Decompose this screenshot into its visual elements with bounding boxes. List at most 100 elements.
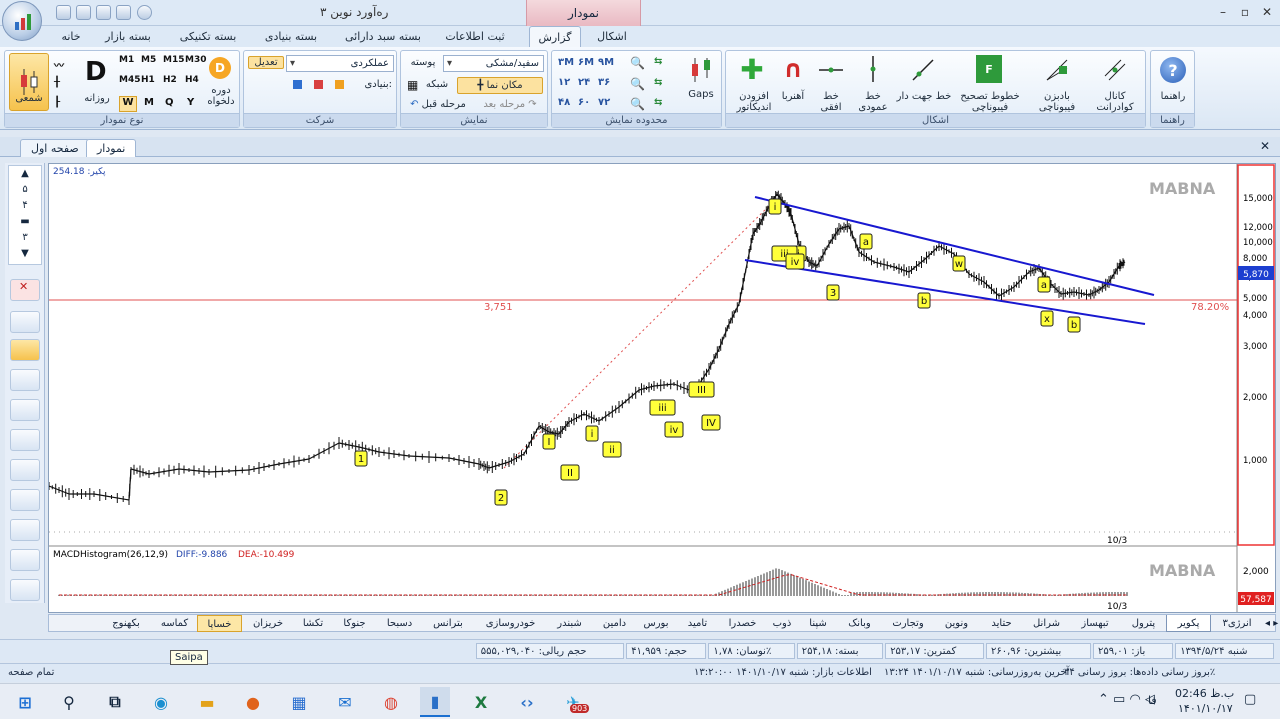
theme-select[interactable]: ▾ سفید/مشکی <box>443 55 544 72</box>
symbol-tab[interactable]: خساپا <box>197 615 242 632</box>
vertical-line-icon[interactable] <box>860 55 886 83</box>
task-view-icon[interactable]: ⧉ <box>100 687 130 717</box>
period-m-button[interactable]: M <box>144 97 154 108</box>
doc-tab-home[interactable]: صفحه اول <box>20 139 90 157</box>
symbol-tab[interactable]: پکویر <box>1166 615 1211 632</box>
tab-shapes[interactable]: اشکال <box>590 26 634 47</box>
fib-retracement-icon[interactable]: F <box>976 55 1002 83</box>
ohlc-chart-icon[interactable]: ┠ <box>54 97 60 108</box>
ray-line-button[interactable]: خط جهت دار <box>896 91 952 102</box>
start-icon[interactable]: ⊞ <box>10 687 40 717</box>
firefox-icon[interactable]: ● <box>238 687 268 717</box>
fib-fan-icon[interactable] <box>1044 57 1070 83</box>
symbol-tab[interactable]: شپنا <box>799 615 837 632</box>
tool-10-button[interactable] <box>10 579 40 601</box>
symbol-tab[interactable]: خصدرا <box>720 615 765 632</box>
tf-m1[interactable]: M1 <box>119 55 134 65</box>
quadrant-channel-icon[interactable] <box>1102 57 1128 83</box>
range-3m[interactable]: ۳M <box>558 57 574 68</box>
grid-icon[interactable]: ▦ <box>407 78 418 92</box>
zoom-slider[interactable]: ▲ ۵ ۴ ▬ ۳ ▼ <box>8 165 42 265</box>
gaps-icon[interactable] <box>686 55 716 85</box>
horizontal-line-button[interactable]: خط افقی <box>814 91 848 113</box>
symbol-tab[interactable]: بورس <box>637 615 675 632</box>
tool-3-button[interactable] <box>10 369 40 391</box>
symbol-tab[interactable]: کماسه <box>152 615 197 632</box>
symbol-tab[interactable]: انرژی۳ <box>1211 615 1263 632</box>
chart-panel[interactable]: پکیر: 254.18 MABNA 3,751 78.20% 1 2 I II i ii… <box>48 163 1276 613</box>
period-y-button[interactable]: Y <box>187 97 194 108</box>
symbol-tab[interactable]: وتجارت <box>882 615 934 632</box>
tab-portfolio[interactable]: بسته سبد دارائی <box>338 26 428 47</box>
range-12[interactable]: ۱۲ <box>558 77 570 88</box>
vertical-line-button[interactable]: خط عمودی <box>854 91 892 113</box>
tf-m5[interactable]: M5 <box>141 55 156 65</box>
symbol-tab[interactable]: وبانک <box>837 615 882 632</box>
store-icon[interactable]: ▦ <box>284 687 314 717</box>
tool-8-button[interactable] <box>10 519 40 541</box>
tab-report[interactable]: گزارش <box>529 26 581 47</box>
search-icon[interactable]: ⚲ <box>54 687 84 717</box>
symbol-tab[interactable]: ذوب <box>765 615 799 632</box>
tf-h2[interactable]: H2 <box>163 75 177 85</box>
magnet-button[interactable]: آهنربا <box>778 91 808 102</box>
fib-retracement-button[interactable]: خطوط تصحیح فیبوناچی <box>960 91 1020 113</box>
symbol-tab[interactable]: شرانل <box>1024 615 1069 632</box>
vscode-icon[interactable]: ‹› <box>512 687 542 717</box>
help-icon[interactable]: ? <box>1160 57 1186 83</box>
tf-m45[interactable]: M45 <box>119 75 140 85</box>
bar-chart-icon[interactable]: ╂ <box>54 77 60 88</box>
range-9m[interactable]: ۹M <box>598 57 614 68</box>
fund-orange-icon[interactable] <box>335 80 344 89</box>
horizontal-line-icon[interactable] <box>818 57 844 83</box>
tool-6-button[interactable] <box>10 459 40 481</box>
print-icon[interactable] <box>76 5 91 20</box>
excel-icon[interactable]: X <box>466 687 496 717</box>
quadrant-channel-button[interactable]: کانال کوادرانت <box>1088 91 1142 113</box>
file-explorer-icon[interactable]: ▬ <box>192 687 222 717</box>
fullscreen-toggle[interactable]: تمام صفحه <box>4 665 58 681</box>
minimize-button[interactable]: – <box>1214 4 1232 20</box>
scroll-left-icon[interactable]: ⇆ <box>654 56 662 67</box>
zoom-out-icon[interactable]: 🔍 <box>630 77 645 91</box>
range-72[interactable]: ۷۲ <box>598 97 610 108</box>
tool-5-button[interactable] <box>10 429 40 451</box>
tool-4-button[interactable] <box>10 399 40 421</box>
range-24[interactable]: ۲۴ <box>578 77 590 88</box>
zoom-in-icon[interactable]: 🔍 <box>630 56 645 70</box>
fund-red-icon[interactable] <box>314 80 323 89</box>
range-48[interactable]: ۴۸ <box>558 97 570 108</box>
notification-icon[interactable]: ▢ <box>1244 692 1256 707</box>
range-6m[interactable]: ۶M <box>578 57 594 68</box>
tf-m15[interactable]: M15 <box>163 55 184 65</box>
scroll-right-icon[interactable]: ⇆ <box>654 77 662 88</box>
rahavard-taskbar-icon[interactable]: ▮ <box>420 687 450 717</box>
symbol-tab[interactable]: بترانس <box>422 615 474 632</box>
doc-tab-chart[interactable]: نمودار <box>86 139 137 157</box>
tool-9-button[interactable] <box>10 549 40 571</box>
symbol-tab[interactable]: تکشا <box>294 615 332 632</box>
symbol-scroll-arrows[interactable]: ◂ ▸ <box>1265 615 1278 632</box>
range-60[interactable]: ۶۰ <box>578 97 590 108</box>
export-icon[interactable] <box>116 5 131 20</box>
magnet-icon[interactable]: ∩ <box>780 55 806 83</box>
prev-step-button[interactable]: ↶ مرحله قبل <box>405 99 471 110</box>
add-indicator-button[interactable]: افزودن اندیکاتور <box>728 91 780 113</box>
add-indicator-icon[interactable]: ✚ <box>738 53 766 86</box>
next-step-button[interactable]: مرحله بعد ↷ <box>477 99 543 110</box>
scroll-end-icon[interactable]: ⇆ <box>654 97 662 108</box>
period-q-button[interactable]: Q <box>165 97 174 108</box>
help-button[interactable]: راهنما <box>1153 91 1193 102</box>
fib-fan-button[interactable]: بادبزن فیبوناچی <box>1030 91 1084 113</box>
close-button[interactable]: ✕ <box>1258 4 1276 20</box>
chrome-icon[interactable]: ◍ <box>376 687 406 717</box>
cursor-button[interactable]: ╋ مکان نما <box>457 77 543 94</box>
edge-icon[interactable]: ◉ <box>146 687 176 717</box>
tool-1-button[interactable] <box>10 311 40 333</box>
mail-icon[interactable]: ✉ <box>330 687 360 717</box>
tf-m30[interactable]: M30 <box>185 55 206 65</box>
symbol-tab[interactable]: جنوکا <box>332 615 377 632</box>
period-w-button[interactable]: W <box>119 96 137 112</box>
tab-data-entry[interactable]: ثبت اطلاعات <box>440 26 510 47</box>
tab-home[interactable]: خانه <box>56 26 86 47</box>
